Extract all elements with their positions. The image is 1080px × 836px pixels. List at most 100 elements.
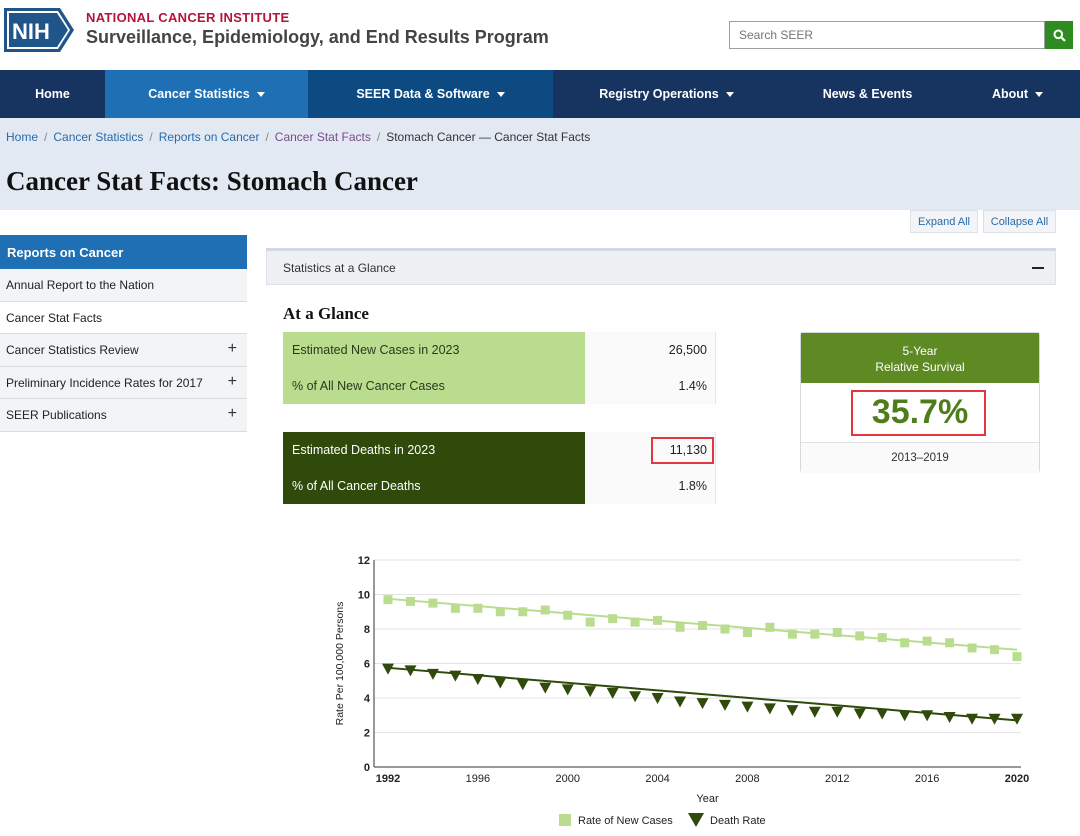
data-point: [831, 706, 844, 718]
nav-label: Registry Operations: [599, 87, 719, 101]
data-point: [763, 703, 776, 715]
data-point: [606, 687, 619, 699]
expand-plus-icon[interactable]: +: [228, 340, 237, 358]
data-point: [471, 674, 484, 686]
sidebar-item-cancer-statistics-review[interactable]: Cancer Statistics Review +: [0, 334, 247, 367]
breadcrumb-current: Stomach Cancer — Cancer Stat Facts: [386, 130, 591, 144]
data-point: [540, 605, 550, 615]
data-point: [967, 643, 977, 653]
x-tick-label: 2004: [645, 773, 669, 785]
nav-home[interactable]: Home: [0, 70, 105, 118]
sidebar-item-preliminary-incidence[interactable]: Preliminary Incidence Rates for 2017 +: [0, 366, 247, 399]
data-point: [853, 708, 866, 720]
sidebar-item-label: Cancer Stat Facts: [6, 310, 103, 325]
x-tick-label: 2000: [555, 773, 579, 785]
y-tick-label: 0: [364, 762, 370, 774]
breadcrumb-cancer-stat-facts[interactable]: Cancer Stat Facts: [275, 130, 371, 144]
data-point: [832, 627, 842, 637]
data-point: [539, 682, 552, 694]
data-point: [898, 710, 911, 722]
nav-about[interactable]: About: [955, 70, 1080, 118]
svg-text:NIH: NIH: [12, 19, 50, 44]
breadcrumb-cancer-statistics[interactable]: Cancer Statistics: [53, 130, 143, 144]
legend-label: Death Rate: [710, 815, 766, 827]
stat-value: 26,500: [585, 332, 716, 368]
data-point: [742, 627, 752, 637]
org-name[interactable]: NATIONAL CANCER INSTITUTE: [86, 10, 289, 25]
sidebar-heading[interactable]: Reports on Cancer: [0, 235, 247, 269]
breadcrumb-separator: /: [376, 130, 381, 144]
nav-seer-data-software[interactable]: SEER Data & Software: [308, 70, 553, 118]
data-point: [608, 614, 618, 624]
data-point: [674, 696, 687, 708]
y-tick-label: 12: [358, 555, 370, 567]
data-point: [786, 705, 799, 717]
nih-logo[interactable]: NIH: [4, 8, 76, 52]
data-point: [426, 668, 439, 680]
main-nav: Home Cancer Statistics SEER Data & Softw…: [0, 70, 1080, 118]
x-tick-label: 2008: [735, 773, 759, 785]
data-point: [765, 622, 775, 632]
data-point: [966, 713, 979, 725]
site-header: NIH NATIONAL CANCER INSTITUTE Surveillan…: [0, 0, 1080, 70]
y-tick-label: 8: [364, 624, 370, 636]
data-point: [473, 603, 483, 613]
legend-label: Rate of New Cases: [578, 815, 673, 827]
nav-registry-operations[interactable]: Registry Operations: [553, 70, 780, 118]
expand-plus-icon[interactable]: +: [228, 373, 237, 391]
breadcrumb-reports-on-cancer[interactable]: Reports on Cancer: [159, 130, 260, 144]
data-point: [516, 679, 529, 691]
data-point: [450, 603, 460, 613]
data-point: [428, 598, 438, 608]
sidebar-item-annual-report[interactable]: Annual Report to the Nation: [0, 269, 247, 302]
legend-swatch: [688, 813, 704, 827]
data-point: [630, 617, 640, 627]
breadcrumb-separator: /: [149, 130, 153, 144]
x-tick-label: 1992: [376, 773, 400, 785]
sidebar-item-cancer-stat-facts[interactable]: Cancer Stat Facts: [0, 301, 247, 334]
caret-down-icon: [256, 91, 265, 97]
legend-swatch: [559, 814, 571, 826]
search-button[interactable]: [1045, 21, 1073, 49]
breadcrumb-home[interactable]: Home: [6, 130, 38, 144]
expand-plus-icon[interactable]: +: [228, 405, 237, 423]
data-point: [585, 617, 595, 627]
table-row: Estimated New Cases in 2023 26,500: [283, 332, 716, 368]
sidebar-item-label: Cancer Statistics Review: [6, 343, 139, 357]
highlight-box: [851, 390, 986, 436]
program-name[interactable]: Surveillance, Epidemiology, and End Resu…: [86, 27, 549, 48]
search-icon: [1053, 29, 1066, 42]
collapse-minus-icon[interactable]: [1032, 267, 1044, 269]
nav-label: News & Events: [822, 87, 913, 101]
x-tick-label: 2012: [825, 773, 849, 785]
data-point: [698, 621, 707, 631]
data-point: [561, 684, 574, 696]
trend-chart: 0 2 4 6 8 10 12 1992 1996 2000 2004 2008 2012 2016 202…: [334, 555, 1029, 827]
data-point: [808, 706, 821, 718]
survival-header: 5-Year Relative Survival: [801, 333, 1039, 383]
statistics-accordion[interactable]: Statistics at a Glance: [266, 248, 1056, 285]
caret-down-icon: [496, 91, 505, 97]
data-point: [1012, 652, 1022, 662]
nav-cancer-statistics[interactable]: Cancer Statistics: [105, 70, 308, 118]
sidebar-item-seer-publications[interactable]: SEER Publications +: [0, 399, 247, 432]
survival-header-line: Relative Survival: [875, 360, 965, 374]
x-tick-label: 2020: [1005, 773, 1029, 785]
sidebar-item-label: SEER Publications: [6, 408, 107, 422]
data-point: [720, 624, 730, 634]
stat-value: 1.8%: [585, 468, 716, 504]
breadcrumb-separator: /: [44, 130, 48, 144]
nav-news-events[interactable]: News & Events: [780, 70, 955, 118]
y-tick-label: 4: [364, 693, 371, 705]
expand-all-button[interactable]: Expand All: [910, 210, 978, 233]
data-point: [495, 607, 505, 617]
accordion-label: Statistics at a Glance: [283, 261, 396, 275]
stat-value: 1.4%: [585, 368, 716, 404]
y-axis-label: Rate Per 100,000 Persons: [334, 602, 346, 726]
data-point: [494, 677, 507, 689]
search-input[interactable]: [729, 21, 1045, 49]
page-title: Cancer Stat Facts: Stomach Cancer: [6, 166, 418, 196]
sidebar-item-label: Preliminary Incidence Rates for 2017: [6, 375, 203, 390]
collapse-all-button[interactable]: Collapse All: [983, 210, 1056, 233]
x-tick-label: 2016: [915, 773, 939, 785]
